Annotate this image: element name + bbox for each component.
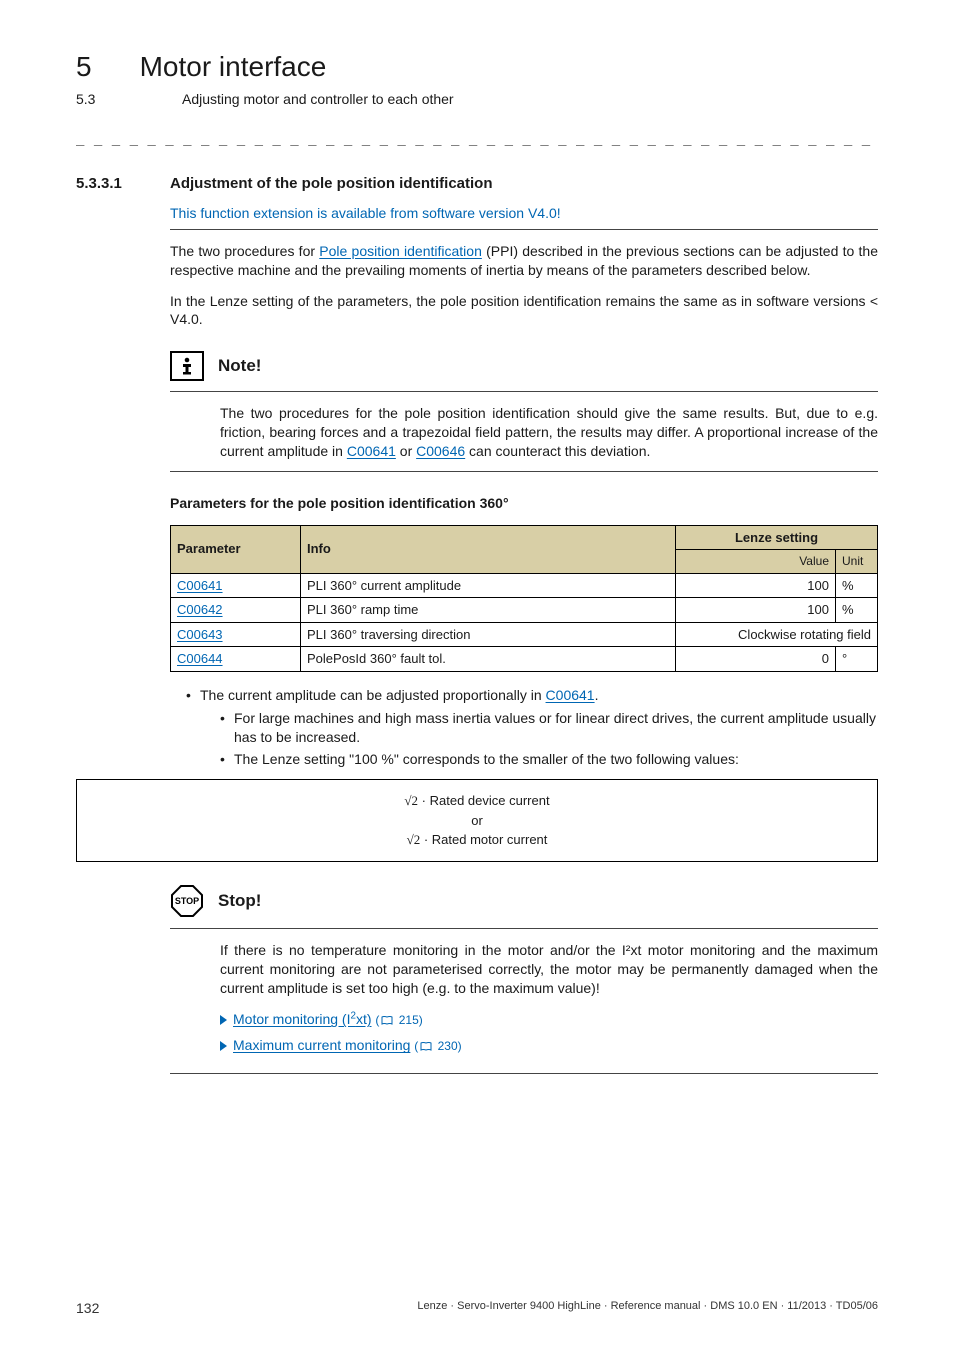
param-value: Clockwise rotating field — [676, 622, 878, 647]
table-row: C00642 PLI 360° ramp time 100 % — [171, 598, 878, 623]
note-title: Note! — [218, 355, 261, 378]
param-link[interactable]: C00641 — [177, 578, 223, 593]
chapter-title: Motor interface — [140, 48, 327, 86]
stop-icon: STOP — [170, 884, 204, 918]
formula-or: or — [77, 812, 877, 830]
link-text-pre: Motor monitoring (I — [233, 1011, 350, 1027]
arrow-icon — [220, 1041, 227, 1051]
list-item: The Lenze setting "100 %" corresponds to… — [220, 750, 878, 769]
intro-paragraph-2: In the Lenze setting of the parameters, … — [170, 292, 878, 330]
intro-pre: The two procedures for — [170, 243, 319, 259]
th-value: Value — [676, 550, 836, 573]
sqrt-symbol: √2 — [407, 832, 421, 847]
stop-body-text: If there is no temperature monitoring in… — [220, 941, 878, 998]
th-info: Info — [301, 525, 676, 573]
formula-text: · Rated device current — [418, 793, 550, 808]
stop-callout: STOP Stop! If there is no temperature mo… — [170, 884, 878, 1074]
th-lenze: Lenze setting — [676, 525, 878, 550]
footer: 132 Lenze · Servo-Inverter 9400 HighLine… — [76, 1299, 878, 1318]
param-unit: % — [836, 598, 878, 623]
max-current-monitoring-link[interactable]: Maximum current monitoring — [233, 1037, 410, 1053]
param-info: PLI 360° traversing direction — [301, 622, 676, 647]
note-body-mid: or — [396, 443, 416, 459]
param-info: PLI 360° ramp time — [301, 598, 676, 623]
formula-box: √2 · Rated device current or √2 · Rated … — [76, 779, 878, 862]
param-info: PolePosId 360° fault tol. — [301, 647, 676, 672]
table-row: C00644 PolePosId 360° fault tol. 0 ° — [171, 647, 878, 672]
page-number: 230 — [438, 1039, 458, 1053]
param-value: 100 — [676, 573, 836, 598]
bullet-pre: The current amplitude can be adjusted pr… — [200, 687, 546, 703]
link-text-post: xt) — [356, 1011, 372, 1027]
motor-monitoring-link-row: Motor monitoring (I2xt) ( 215) — [220, 1010, 878, 1031]
subchapter-number: 5.3 — [76, 90, 134, 109]
chapter-number: 5 — [76, 48, 92, 86]
param-link[interactable]: C00644 — [177, 651, 223, 666]
bullet-post: . — [595, 687, 599, 703]
c00646-link[interactable]: C00646 — [416, 443, 465, 459]
book-icon — [381, 1014, 393, 1030]
list-item: For large machines and high mass inertia… — [220, 709, 878, 747]
formula-line-2: √2 · Rated motor current — [77, 831, 877, 849]
th-unit: Unit — [836, 550, 878, 573]
version-note: This function extension is available fro… — [170, 204, 878, 230]
param-value: 100 — [676, 598, 836, 623]
c00641-link[interactable]: C00641 — [347, 443, 396, 459]
stop-title: Stop! — [218, 890, 261, 913]
param-link[interactable]: C00643 — [177, 627, 223, 642]
page-ref: ( 215) — [375, 1013, 422, 1027]
th-parameter: Parameter — [171, 525, 301, 573]
list-item: The current amplitude can be adjusted pr… — [186, 686, 878, 770]
separator: _ _ _ _ _ _ _ _ _ _ _ _ _ _ _ _ _ _ _ _ … — [76, 129, 878, 148]
page-number: 132 — [76, 1299, 99, 1318]
table-row: C00643 PLI 360° traversing direction Clo… — [171, 622, 878, 647]
stop-body: If there is no temperature monitoring in… — [170, 929, 878, 1074]
param-info: PLI 360° current amplitude — [301, 573, 676, 598]
arrow-icon — [220, 1015, 227, 1025]
table-row: C00641 PLI 360° current amplitude 100 % — [171, 573, 878, 598]
svg-text:STOP: STOP — [175, 896, 199, 906]
note-icon — [170, 351, 204, 381]
param-value: 0 — [676, 647, 836, 672]
note-body: The two procedures for the pole position… — [170, 392, 878, 472]
book-icon — [420, 1040, 432, 1056]
note-body-post: can counteract this deviation. — [465, 443, 650, 459]
param-link[interactable]: C00642 — [177, 602, 223, 617]
bullet-list: The current amplitude can be adjusted pr… — [170, 686, 878, 770]
motor-monitoring-link[interactable]: Motor monitoring (I2xt) — [233, 1011, 372, 1027]
sqrt-symbol: √2 — [404, 793, 418, 808]
max-current-link-row: Maximum current monitoring ( 230) — [220, 1036, 878, 1056]
param-unit: % — [836, 573, 878, 598]
page-number: 215 — [399, 1013, 419, 1027]
formula-line-1: √2 · Rated device current — [77, 792, 877, 810]
param-unit: ° — [836, 647, 878, 672]
section-title: Adjustment of the pole position identifi… — [170, 174, 493, 194]
intro-paragraph-1: The two procedures for Pole position ide… — [170, 242, 878, 280]
page-ref: ( 230) — [414, 1039, 461, 1053]
params-table: Parameter Info Lenze setting Value Unit … — [170, 525, 878, 672]
section-number: 5.3.3.1 — [76, 174, 140, 194]
note-callout: Note! The two procedures for the pole po… — [170, 351, 878, 472]
params-heading: Parameters for the pole position identif… — [170, 494, 878, 513]
pole-position-link[interactable]: Pole position identification — [319, 243, 482, 259]
formula-text: · Rated motor current — [420, 832, 547, 847]
c00641-link-2[interactable]: C00641 — [546, 687, 595, 703]
subchapter-title: Adjusting motor and controller to each o… — [182, 90, 454, 109]
footer-text: Lenze · Servo-Inverter 9400 HighLine · R… — [417, 1299, 878, 1318]
